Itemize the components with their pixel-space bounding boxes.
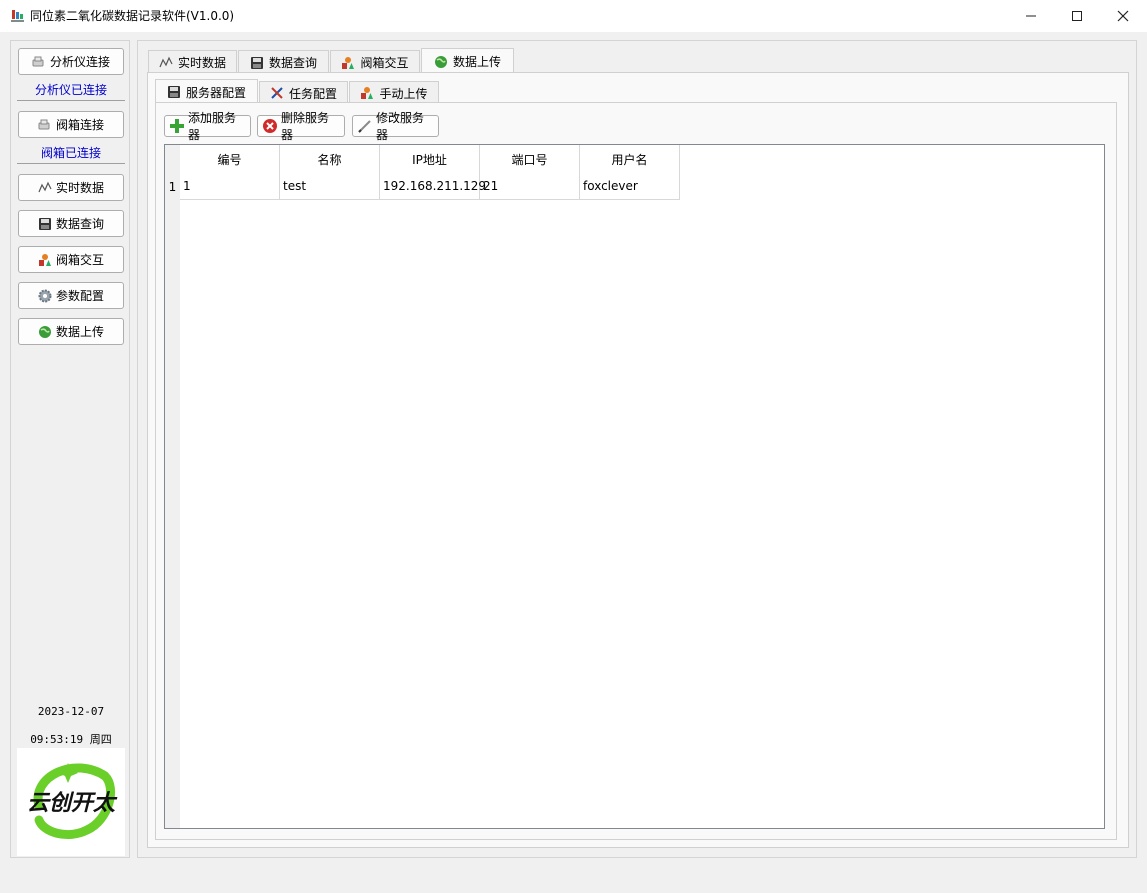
tab-valvebox-interaction[interactable]: 阀箱交互 xyxy=(330,50,420,74)
column-header-name[interactable]: 名称 xyxy=(280,145,380,173)
colored-shapes-icon xyxy=(38,253,52,267)
floppy-disk-icon xyxy=(38,217,52,231)
sidebar: 分析仪连接 分析仪已连接 阀箱连接 阀箱已连接 实时数据 数据查询 阀箱交互 参… xyxy=(10,40,130,858)
sidebar-item-label: 数据查询 xyxy=(55,217,104,231)
minimize-button[interactable] xyxy=(1008,0,1054,32)
connection-icon xyxy=(38,118,52,132)
maximize-button[interactable] xyxy=(1054,0,1100,32)
server-table[interactable]: 编号 名称 IP地址 端口号 用户名 1 1 test 192.168.211.… xyxy=(164,144,1105,829)
sidebar-item-valvebox-interaction[interactable]: 阀箱交互 xyxy=(18,246,124,273)
window-title: 同位素二氧化碳数据记录软件(V1.0.0) xyxy=(30,9,235,23)
table-cell-name[interactable]: test xyxy=(280,173,380,200)
connection-icon xyxy=(32,55,46,69)
tab-label: 服务器配置 xyxy=(185,85,246,100)
table-cell-id[interactable]: 1 xyxy=(180,173,280,200)
current-date: 2023-12-07 xyxy=(37,705,105,718)
column-header-id[interactable]: 编号 xyxy=(180,145,280,173)
column-header-port[interactable]: 端口号 xyxy=(480,145,580,173)
app-icon xyxy=(9,8,25,24)
colored-shapes-icon xyxy=(360,86,374,100)
valvebox-status: 阀箱已连接 xyxy=(40,146,101,160)
delete-server-label: 删除服务器 xyxy=(281,111,330,142)
add-server-label: 添加服务器 xyxy=(188,111,237,142)
table-cell-port[interactable]: 21 xyxy=(480,173,580,200)
divider xyxy=(17,163,125,164)
line-chart-icon xyxy=(159,56,173,70)
pencil-icon xyxy=(357,118,373,134)
plus-icon xyxy=(169,118,185,134)
close-icon xyxy=(1117,10,1129,22)
globe-icon xyxy=(38,325,52,339)
sidebar-item-parameter-config[interactable]: 参数配置 xyxy=(18,282,124,309)
globe-icon xyxy=(434,55,448,69)
sidebar-item-label: 数据上传 xyxy=(55,325,104,339)
tab-label: 阀箱交互 xyxy=(360,56,409,70)
edit-server-label: 修改服务器 xyxy=(376,111,425,142)
maximize-icon xyxy=(1072,11,1082,21)
divider xyxy=(17,100,125,101)
colored-shapes-icon xyxy=(341,56,355,70)
gear-icon xyxy=(38,289,52,303)
subtab-manual-upload[interactable]: 手动上传 xyxy=(349,81,439,104)
close-button[interactable] xyxy=(1100,0,1146,32)
tab-label: 手动上传 xyxy=(379,86,428,101)
add-server-button[interactable]: 添加服务器 xyxy=(164,111,251,142)
tab-label: 实时数据 xyxy=(177,56,226,70)
sidebar-item-data-query[interactable]: 数据查询 xyxy=(18,210,124,237)
table-cell-ip[interactable]: 192.168.211.129 xyxy=(380,173,486,200)
sidebar-item-realtime-data[interactable]: 实时数据 xyxy=(18,174,124,201)
minimize-icon xyxy=(1026,15,1036,17)
valvebox-connect-label: 阀箱连接 xyxy=(55,118,104,132)
logo-text: 云创开太 xyxy=(27,790,118,815)
sidebar-item-data-upload[interactable]: 数据上传 xyxy=(18,318,124,345)
analyzer-connect-label: 分析仪连接 xyxy=(49,55,110,69)
analyzer-status: 分析仪已连接 xyxy=(34,83,107,97)
floppy-disk-icon xyxy=(167,85,181,99)
subtab-task-config[interactable]: 任务配置 xyxy=(259,81,348,104)
sidebar-item-label: 阀箱交互 xyxy=(55,253,104,267)
floppy-disk-icon xyxy=(250,56,264,70)
sidebar-item-label: 参数配置 xyxy=(55,289,104,303)
row-number[interactable]: 1 xyxy=(165,173,180,200)
tab-label: 数据上传 xyxy=(452,55,501,69)
tab-label: 任务配置 xyxy=(288,86,337,101)
tab-data-upload[interactable]: 数据上传 xyxy=(421,48,514,74)
delete-server-button[interactable]: 删除服务器 xyxy=(257,111,345,142)
valvebox-connect-button[interactable]: 阀箱连接 xyxy=(18,111,124,138)
column-header-ip[interactable]: IP地址 xyxy=(380,145,480,173)
analyzer-connect-button[interactable]: 分析仪连接 xyxy=(18,48,124,75)
tab-label: 数据查询 xyxy=(268,56,317,70)
tab-realtime-data[interactable]: 实时数据 xyxy=(148,50,237,74)
subtab-server-config[interactable]: 服务器配置 xyxy=(155,79,258,104)
table-cell-username[interactable]: foxclever xyxy=(580,173,680,200)
title-bar: 同位素二氧化碳数据记录软件(V1.0.0) xyxy=(0,0,1147,32)
tools-icon xyxy=(270,86,284,100)
tab-data-query[interactable]: 数据查询 xyxy=(238,50,329,74)
delete-icon xyxy=(262,118,278,134)
current-time: 09:53:19 周四 xyxy=(30,733,112,746)
sidebar-item-label: 实时数据 xyxy=(55,181,104,195)
edit-server-button[interactable]: 修改服务器 xyxy=(352,111,439,142)
row-header-column xyxy=(165,145,180,828)
company-logo: 云创开太 xyxy=(17,748,125,856)
column-header-username[interactable]: 用户名 xyxy=(580,145,680,173)
line-chart-icon xyxy=(38,181,52,195)
